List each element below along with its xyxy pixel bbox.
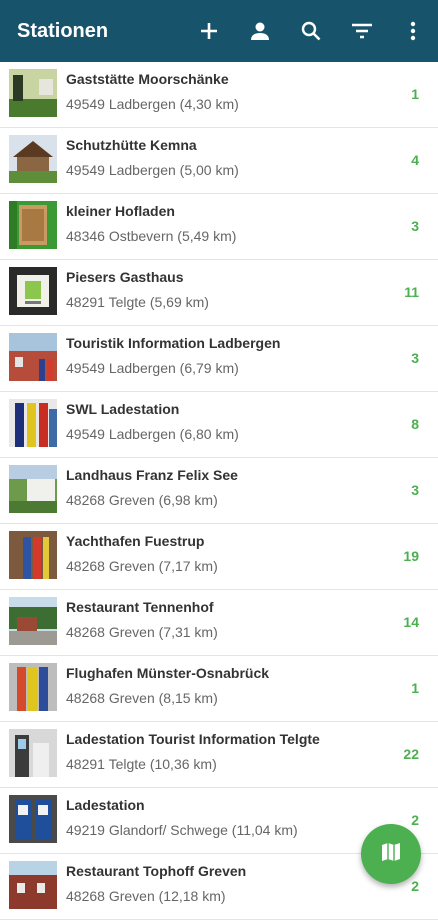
app-bar: Stationen [0,0,438,62]
station-count: 4 [411,152,419,168]
station-address: 48291 Telgte (10,36 km) [66,756,217,772]
station-address: 48291 Telgte (5,69 km) [66,294,209,310]
station-address: 49549 Ladbergen (6,79 km) [66,360,239,376]
station-row[interactable]: Gaststätte Moorschänke 49549 Ladbergen (… [0,62,438,128]
station-name: Touristik Information Ladbergen [66,335,281,351]
station-row[interactable]: kleiner Hofladen 48346 Ostbevern (5,49 k… [0,194,438,260]
station-name: Restaurant Tennenhof [66,599,214,615]
filter-icon[interactable] [349,18,375,44]
station-name: Flughafen Münster-Osnabrück [66,665,270,681]
station-count: 14 [403,614,419,630]
station-name: Landhaus Franz Felix See [66,467,238,483]
station-photo [9,597,57,645]
station-address: 49549 Ladbergen (6,80 km) [66,426,239,442]
station-name: Schutzhütte Kemna [66,137,197,153]
station-name: SWL Ladestation [66,401,180,417]
station-name: Gaststätte Moorschänke [66,71,229,87]
station-address: 49219 Glandorf/ Schwege (11,04 km) [66,822,298,838]
station-list: Gaststätte Moorschänke 49549 Ladbergen (… [0,62,438,920]
station-photo [9,465,57,513]
station-address: 48268 Greven (8,15 km) [66,690,218,706]
station-photo [9,333,57,381]
station-name: Restaurant Tophoff Greven [66,863,247,879]
station-photo [9,663,57,711]
station-row[interactable]: Landhaus Franz Felix See 48268 Greven (6… [0,458,438,524]
station-row[interactable]: Restaurant Tennenhof 48268 Greven (7,31 … [0,590,438,656]
station-photo [9,729,57,777]
station-photo [9,69,57,117]
station-count: 19 [403,548,419,564]
station-count: 8 [411,416,419,432]
station-name: Piesers Gasthaus [66,269,184,285]
station-address: 48346 Ostbevern (5,49 km) [66,228,237,244]
station-photo [9,201,57,249]
station-count: 2 [411,878,419,894]
station-address: 48268 Greven (7,31 km) [66,624,218,640]
add-icon[interactable] [196,18,222,44]
station-photo [9,399,57,447]
station-name: Yachthafen Fuestrup [66,533,205,549]
station-count: 2 [411,812,419,828]
page-title: Stationen [17,19,109,42]
station-address: 49549 Ladbergen (5,00 km) [66,162,239,178]
station-row[interactable]: Ladestation Tourist Information Telgte 4… [0,722,438,788]
account-icon[interactable] [247,18,273,44]
station-photo [9,861,57,909]
station-address: 48268 Greven (7,17 km) [66,558,218,574]
station-name: Ladestation Tourist Information Telgte [66,731,320,747]
station-count: 22 [403,746,419,762]
station-photo [9,795,57,843]
station-photo [9,135,57,183]
station-row[interactable]: SWL Ladestation 49549 Ladbergen (6,80 km… [0,392,438,458]
station-count: 3 [411,218,419,234]
station-count: 1 [411,680,419,696]
map-icon [380,841,402,868]
station-row[interactable]: Piesers Gasthaus 48291 Telgte (5,69 km) … [0,260,438,326]
station-address: 49549 Ladbergen (4,30 km) [66,96,239,112]
station-address: 48268 Greven (12,18 km) [66,888,226,904]
station-photo [9,531,57,579]
station-photo [9,267,57,315]
map-button[interactable] [361,824,421,884]
station-name: Ladestation [66,797,145,813]
station-row[interactable]: Touristik Information Ladbergen 49549 La… [0,326,438,392]
search-icon[interactable] [298,18,324,44]
more-vert-icon[interactable] [400,18,426,44]
station-address: 48268 Greven (6,98 km) [66,492,218,508]
station-count: 3 [411,350,419,366]
station-count: 3 [411,482,419,498]
station-row[interactable]: Yachthafen Fuestrup 48268 Greven (7,17 k… [0,524,438,590]
station-count: 1 [411,86,419,102]
station-name: kleiner Hofladen [66,203,175,219]
station-count: 11 [404,284,419,300]
station-row[interactable]: Flughafen Münster-Osnabrück 48268 Greven… [0,656,438,722]
station-row[interactable]: Schutzhütte Kemna 49549 Ladbergen (5,00 … [0,128,438,194]
